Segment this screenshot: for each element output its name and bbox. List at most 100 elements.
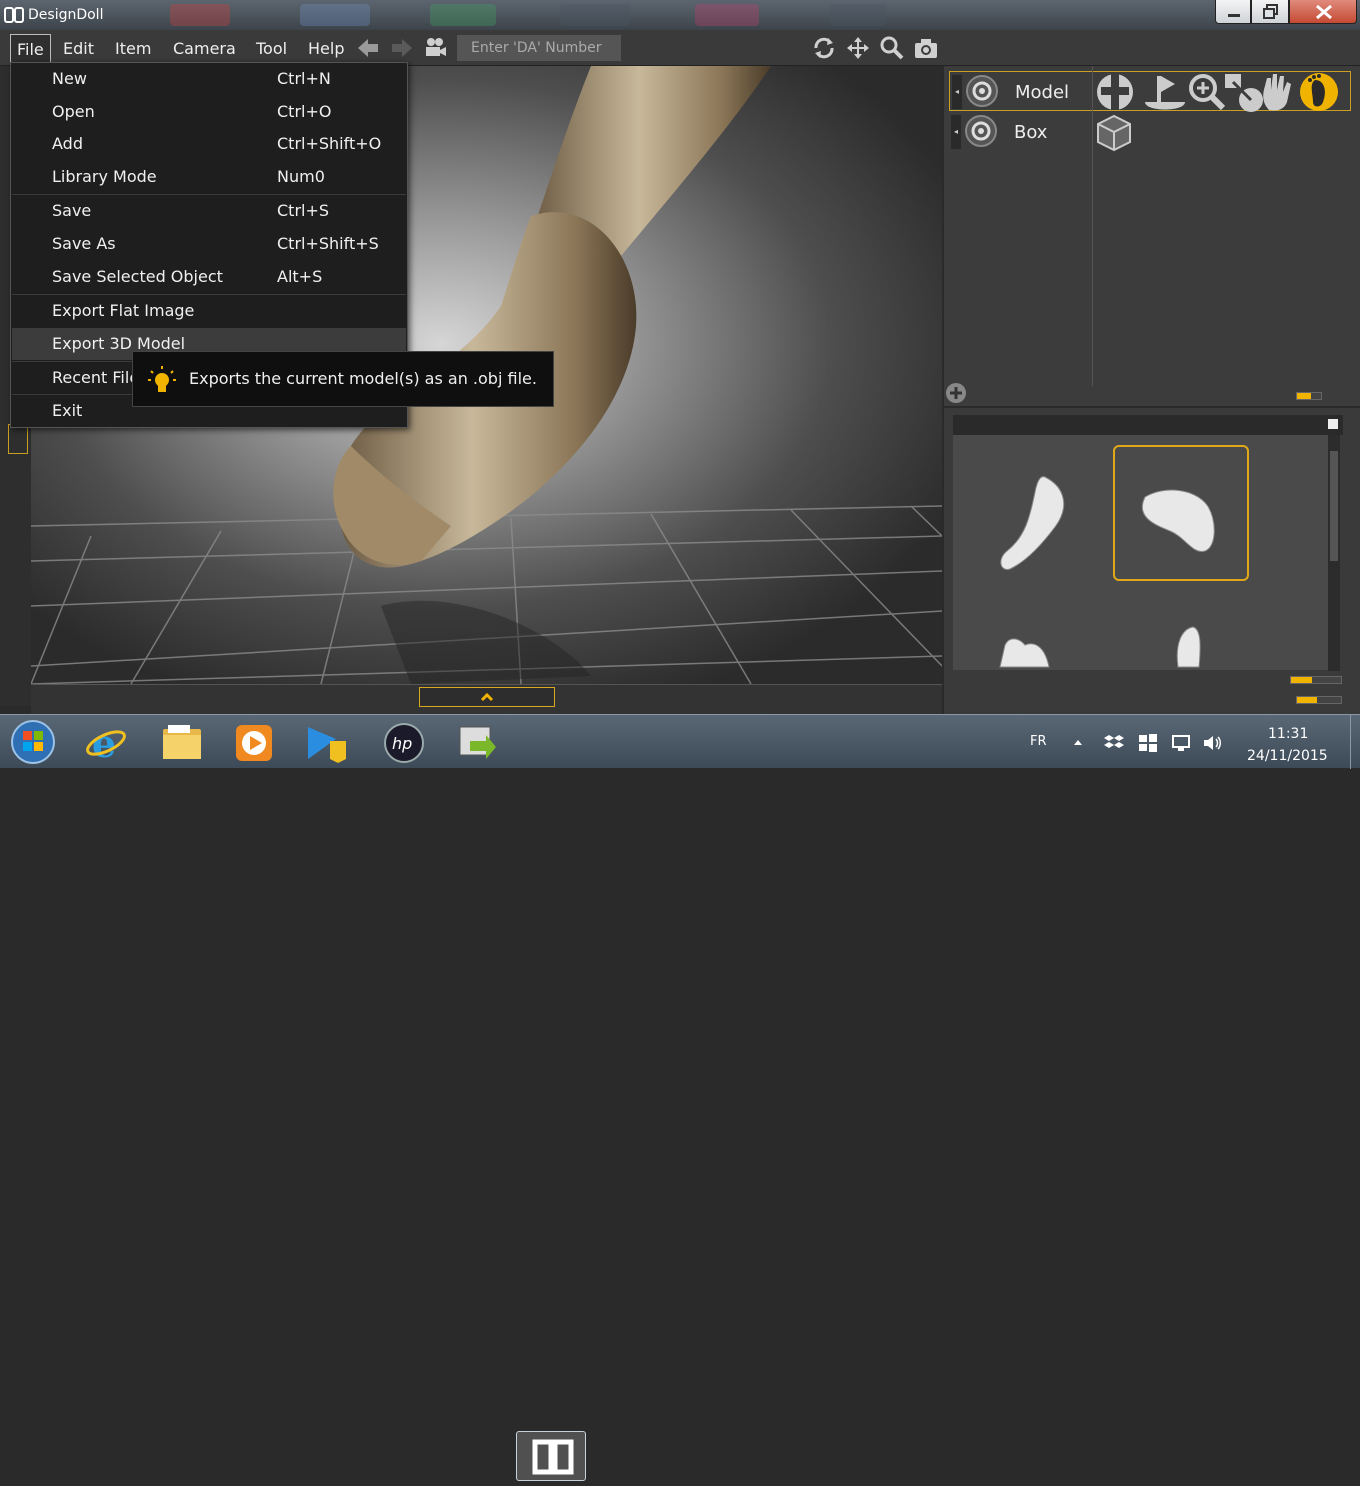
library-scrollbar[interactable] xyxy=(1328,435,1340,671)
thumbnail-size-slider[interactable] xyxy=(1290,676,1342,684)
library-slider[interactable] xyxy=(1296,696,1342,704)
foot-sole-thumbnail-icon xyxy=(1142,489,1215,553)
maximize-button[interactable] xyxy=(1251,0,1289,24)
svg-text:e: e xyxy=(92,721,116,765)
add-object-icon[interactable] xyxy=(945,382,967,404)
pose-rotate-icon xyxy=(1145,76,1185,110)
internet-explorer-icon[interactable]: e xyxy=(84,721,128,765)
designdoll-taskbar-button[interactable] xyxy=(516,1431,586,1481)
svg-text:hp: hp xyxy=(392,734,412,753)
windows-flag-icon[interactable] xyxy=(1138,733,1158,753)
scene-panel: ◂ Model ◂ Box xyxy=(944,66,1360,406)
hp-icon[interactable]: hp xyxy=(382,721,426,765)
network-icon[interactable] xyxy=(1170,733,1192,753)
scene-row-label: Model xyxy=(1015,82,1070,103)
menu-item-new[interactable]: New Ctrl+N xyxy=(12,63,406,95)
lightbulb-icon xyxy=(148,366,176,392)
show-desktop-button[interactable] xyxy=(1350,715,1360,769)
start-button-icon[interactable] xyxy=(10,719,56,765)
body-icon xyxy=(1097,74,1133,110)
file-explorer-icon[interactable] xyxy=(160,721,204,765)
menu-item-shortcut: Alt+S xyxy=(277,267,323,286)
menu-item-shortcut: Ctrl+O xyxy=(277,102,332,121)
show-hidden-icons-icon[interactable] xyxy=(1072,737,1084,747)
library-close-button[interactable] xyxy=(1328,419,1338,429)
clock-date[interactable]: 24/11/2015 xyxy=(1247,748,1328,764)
menu-item-save-as[interactable]: Save As Ctrl+Shift+S xyxy=(12,228,406,260)
zoom-magnifier-icon[interactable] xyxy=(880,36,904,60)
volume-icon[interactable] xyxy=(1202,733,1222,753)
menu-camera[interactable]: Camera xyxy=(173,39,236,58)
menu-tool[interactable]: Tool xyxy=(256,39,287,58)
menu-item-shortcut: Ctrl+Shift+O xyxy=(277,134,382,153)
left-tool-button[interactable] xyxy=(8,424,28,454)
menu-item-label: Add xyxy=(52,134,83,153)
restore-icon xyxy=(1263,4,1278,19)
menu-item-label: Exit xyxy=(52,401,83,420)
scrollbar-thumb[interactable] xyxy=(1330,451,1338,561)
menu-item-label: Save xyxy=(52,201,92,220)
window-title: DesignDoll xyxy=(28,7,104,23)
model-tools xyxy=(1097,73,1338,112)
rotate-view-icon[interactable] xyxy=(812,36,836,60)
close-icon xyxy=(1316,4,1332,20)
collapse-arrow-icon[interactable]: ◂ xyxy=(952,75,962,109)
menu-item-add[interactable]: Add Ctrl+Shift+O xyxy=(12,128,406,160)
minimize-button[interactable] xyxy=(1215,0,1251,24)
zoom-plus-icon xyxy=(1189,74,1226,111)
leg-thumbnail-icon xyxy=(1176,626,1201,668)
thumbnail-foot-side[interactable] xyxy=(965,447,1101,583)
menu-file[interactable]: File xyxy=(10,34,51,65)
camera-snapshot-icon[interactable] xyxy=(914,36,938,60)
collapse-arrow-icon[interactable]: ◂ xyxy=(951,115,961,149)
thumbnail-grid xyxy=(953,435,1328,670)
background-blur xyxy=(430,4,496,26)
thumbnail-foot-toes[interactable] xyxy=(965,605,1101,670)
redo-arrow-icon[interactable] xyxy=(390,36,414,60)
menu-item-label: Export Flat Image xyxy=(52,301,195,320)
chevron-up-icon xyxy=(480,692,494,702)
box-cube-icon[interactable] xyxy=(1094,112,1134,152)
foot-thumbnail-icon xyxy=(1000,476,1065,570)
pan-move-icon[interactable] xyxy=(846,36,870,60)
thumbnail-foot-sole[interactable] xyxy=(1113,445,1249,581)
menu-item-shortcut: Ctrl+Shift+S xyxy=(277,234,379,253)
menu-item-label: New xyxy=(52,69,87,88)
expand-panel-button[interactable] xyxy=(419,687,555,707)
slider-fill xyxy=(1291,677,1312,683)
scene-row-box[interactable]: ◂ Box xyxy=(949,112,1351,152)
da-number-input[interactable] xyxy=(457,35,621,61)
menu-item[interactable]: Item xyxy=(115,39,151,58)
background-blur xyxy=(695,4,759,26)
slider-fill xyxy=(1297,697,1317,703)
action-center-icon[interactable] xyxy=(306,721,350,765)
visibility-eye-icon[interactable] xyxy=(963,114,999,148)
clock-time[interactable]: 11:31 xyxy=(1268,726,1308,742)
panel-size-slider[interactable] xyxy=(1296,392,1322,400)
visibility-eye-icon[interactable] xyxy=(964,74,1000,108)
menu-item-label: Save Selected Object xyxy=(52,267,223,286)
toes-thumbnail-icon xyxy=(999,638,1050,668)
menu-edit[interactable]: Edit xyxy=(63,39,94,58)
menu-item-open[interactable]: Open Ctrl+O xyxy=(12,96,406,128)
background-blur xyxy=(560,4,630,26)
media-player-icon[interactable] xyxy=(232,721,276,765)
menu-item-save[interactable]: Save Ctrl+S xyxy=(12,195,406,227)
menu-item-export-flat-image[interactable]: Export Flat Image xyxy=(12,295,406,327)
menu-item-save-selected-object[interactable]: Save Selected Object Alt+S xyxy=(12,261,406,293)
undo-arrow-icon[interactable] xyxy=(356,36,380,60)
keyboard-language[interactable]: FR xyxy=(1030,734,1047,749)
library-header xyxy=(953,415,1343,435)
scene-row-model[interactable]: ◂ Model xyxy=(949,71,1351,112)
menu-help[interactable]: Help xyxy=(308,39,344,58)
sync-app-icon[interactable] xyxy=(456,721,500,765)
background-blur xyxy=(300,4,370,26)
menu-bar: File Edit Item Camera Tool Help xyxy=(0,30,1360,66)
thumbnail-leg[interactable] xyxy=(1123,605,1259,670)
video-camera-icon[interactable] xyxy=(424,36,448,60)
tooltip-text: Exports the current model(s) as an .obj … xyxy=(189,369,537,388)
close-button[interactable] xyxy=(1289,0,1357,24)
dropbox-icon[interactable] xyxy=(1104,733,1124,753)
menu-item-library-mode[interactable]: Library Mode Num0 xyxy=(12,161,406,193)
menu-item-label: Open xyxy=(52,102,95,121)
